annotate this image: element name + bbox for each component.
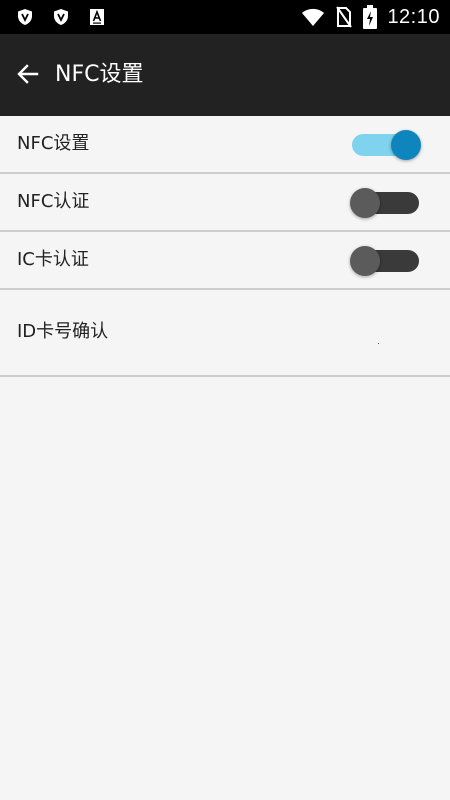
nfc-auth-switch[interactable] [350, 188, 422, 218]
status-bar-notifications [16, 8, 106, 26]
arrow-left-icon [16, 62, 40, 86]
page-title: NFC设置 [55, 62, 144, 87]
setting-row-nfc-auth[interactable]: NFC认证 [0, 174, 450, 232]
setting-label: ID卡号确认 [17, 321, 109, 342]
no-sim-icon [335, 6, 353, 28]
ic-card-auth-switch[interactable] [350, 246, 422, 276]
back-button[interactable] [10, 56, 46, 92]
switch-thumb [350, 246, 380, 276]
app-toolbar: NFC设置 [0, 34, 450, 116]
switch-thumb [350, 188, 380, 218]
battery-charging-icon [363, 5, 378, 29]
switch-thumb [391, 130, 421, 160]
setting-row-ic-card-auth[interactable]: IC卡认证 [0, 232, 450, 290]
text-a-icon [88, 8, 106, 26]
shield-icon [52, 8, 70, 26]
settings-list: NFC设置 NFC认证 IC卡认证 ID卡号确认 [0, 116, 450, 377]
status-bar-system: 12:10 [301, 5, 440, 29]
status-bar: 12:10 [0, 0, 450, 34]
setting-label: IC卡认证 [17, 249, 89, 270]
setting-label: NFC设置 [17, 133, 90, 154]
setting-row-nfc-settings[interactable]: NFC设置 [0, 116, 450, 174]
nfc-settings-switch[interactable] [350, 130, 422, 160]
status-clock: 12:10 [387, 5, 440, 28]
wifi-icon [301, 5, 325, 29]
stray-dot [378, 343, 379, 344]
setting-label: NFC认证 [17, 191, 90, 212]
shield-icon [16, 8, 34, 26]
setting-row-id-card-confirm[interactable]: ID卡号确认 [0, 290, 450, 377]
